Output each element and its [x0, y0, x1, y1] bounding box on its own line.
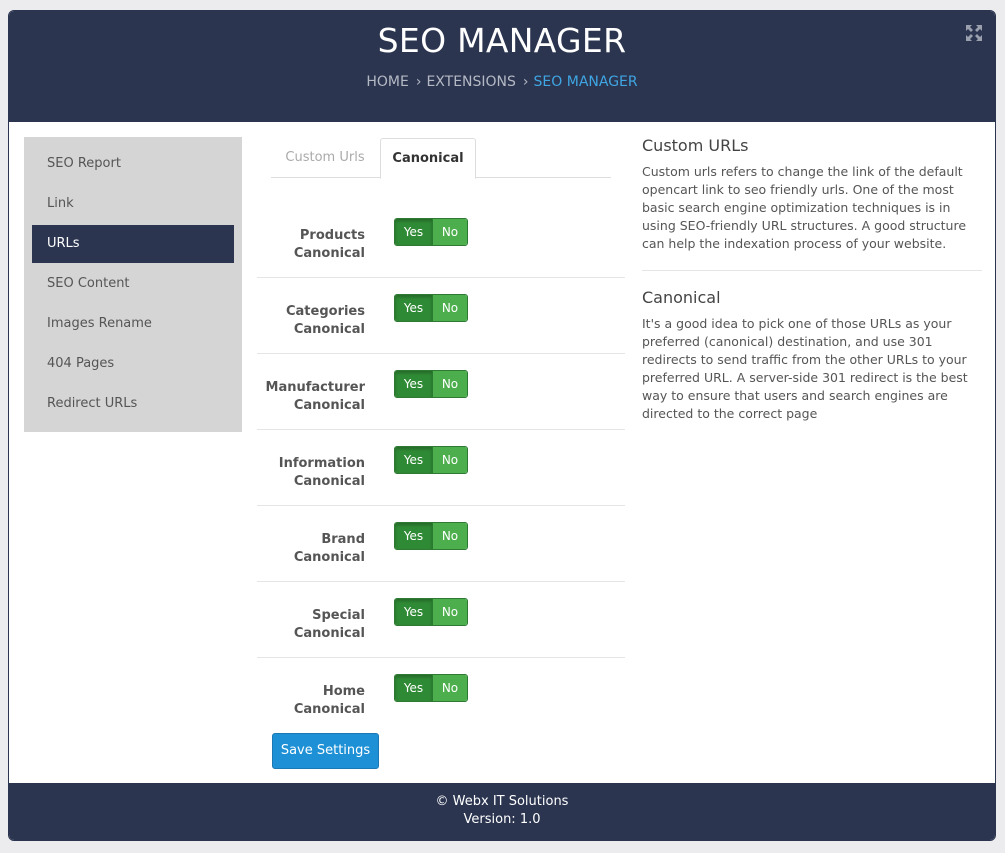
yes-option[interactable]: Yes: [395, 371, 433, 397]
setting-label-line2: Canonical: [293, 626, 365, 641]
sidebar-item-urls[interactable]: URLs: [32, 225, 234, 263]
setting-row-manufacturer: Manufacturer Canonical Yes No: [257, 354, 625, 430]
info-title-canonical: Canonical: [642, 288, 721, 307]
setting-label-line1: Home: [322, 684, 365, 699]
expand-icon[interactable]: [965, 24, 983, 42]
setting-label-line2: Canonical: [293, 474, 365, 489]
info-text-custom-urls: Custom urls refers to change the link of…: [642, 164, 967, 251]
footer-copyright: © Webx IT Solutions: [435, 794, 569, 809]
setting-label-line2: Canonical: [293, 246, 365, 261]
home-canonical-toggle: Yes No: [394, 674, 468, 702]
sidebar-item-seo-report[interactable]: SEO Report: [32, 145, 234, 183]
header: SEO MANAGER HOME › EXTENSIONS › SEO MANAGER: [9, 11, 995, 122]
setting-label-line1: Information: [278, 456, 365, 471]
footer: © Webx IT Solutions Version: 1.0: [9, 783, 995, 840]
breadcrumb-separator: ›: [415, 74, 422, 90]
yes-option[interactable]: Yes: [395, 219, 433, 245]
setting-label-line2: Canonical: [293, 398, 365, 413]
tab-canonical[interactable]: Canonical: [380, 138, 476, 179]
setting-row-special: Special Canonical Yes No: [257, 582, 625, 658]
setting-label: Categories Canonical: [255, 303, 365, 339]
categories-canonical-toggle: Yes No: [394, 294, 468, 322]
no-option[interactable]: No: [433, 599, 467, 625]
products-canonical-toggle: Yes No: [394, 218, 468, 246]
information-canonical-toggle: Yes No: [394, 446, 468, 474]
sidebar-item-link[interactable]: Link: [32, 185, 234, 223]
page-title: SEO MANAGER: [377, 21, 627, 60]
info-title-custom-urls: Custom URLs: [642, 136, 749, 155]
setting-row-products: Products Canonical Yes No: [257, 202, 625, 278]
sidebar: SEO Report Link URLs SEO Content Images …: [24, 137, 242, 432]
yes-option[interactable]: Yes: [395, 675, 433, 701]
brand-canonical-toggle: Yes No: [394, 522, 468, 550]
no-option[interactable]: No: [433, 675, 467, 701]
yes-option[interactable]: Yes: [395, 599, 433, 625]
no-option[interactable]: No: [433, 295, 467, 321]
tab-bar: Custom Urls Canonical: [271, 138, 611, 179]
canonical-settings-list: Products Canonical Yes No Categories Canon…: [257, 202, 625, 734]
setting-row-brand: Brand Canonical Yes No: [257, 506, 625, 582]
divider: [642, 270, 982, 271]
info-panel: Custom URLs Custom urls refers to change…: [642, 136, 982, 423]
tab-custom-urls[interactable]: Custom Urls: [271, 138, 379, 178]
breadcrumb: HOME › EXTENSIONS › SEO MANAGER: [9, 74, 995, 90]
seo-manager-panel: SEO MANAGER HOME › EXTENSIONS › SEO MANAGER …: [8, 10, 996, 841]
manufacturer-canonical-toggle: Yes No: [394, 370, 468, 398]
setting-label: Special Canonical: [255, 607, 365, 643]
no-option[interactable]: No: [433, 219, 467, 245]
save-settings-button[interactable]: Save Settings: [272, 733, 379, 769]
setting-label: Products Canonical: [255, 227, 365, 263]
setting-row-home: Home Canonical Yes No: [257, 658, 625, 734]
info-text-canonical: It's a good idea to pick one of those UR…: [642, 316, 968, 421]
setting-label-line2: Canonical: [293, 550, 365, 565]
setting-label-line1: Special: [312, 608, 365, 623]
setting-label: Information Canonical: [255, 455, 365, 491]
setting-row-information: Information Canonical Yes No: [257, 430, 625, 506]
yes-option[interactable]: Yes: [395, 295, 433, 321]
no-option[interactable]: No: [433, 371, 467, 397]
setting-label: Brand Canonical: [255, 531, 365, 567]
breadcrumb-separator: ›: [522, 74, 529, 90]
setting-label-line2: Canonical: [293, 702, 365, 717]
sidebar-item-seo-content[interactable]: SEO Content: [32, 265, 234, 303]
no-option[interactable]: No: [433, 447, 467, 473]
setting-label-line1: Products: [299, 228, 365, 243]
yes-option[interactable]: Yes: [395, 523, 433, 549]
setting-label-line1: Brand: [321, 532, 365, 547]
sidebar-item-404-pages[interactable]: 404 Pages: [32, 345, 234, 383]
setting-row-categories: Categories Canonical Yes No: [257, 278, 625, 354]
sidebar-item-redirect-urls[interactable]: Redirect URLs: [32, 385, 234, 423]
sidebar-item-images-rename[interactable]: Images Rename: [32, 305, 234, 343]
setting-label-line1: Categories: [285, 304, 365, 319]
breadcrumb-home[interactable]: HOME: [366, 74, 408, 90]
setting-label: Home Canonical: [255, 683, 365, 719]
setting-label-line1: Manufacturer: [265, 380, 365, 395]
yes-option[interactable]: Yes: [395, 447, 433, 473]
no-option[interactable]: No: [433, 523, 467, 549]
breadcrumb-extensions[interactable]: EXTENSIONS: [426, 74, 515, 90]
breadcrumb-seo-manager[interactable]: SEO MANAGER: [534, 74, 638, 90]
special-canonical-toggle: Yes No: [394, 598, 468, 626]
setting-label-line2: Canonical: [293, 322, 365, 337]
footer-version: Version: 1.0: [463, 812, 541, 827]
setting-label: Manufacturer Canonical: [255, 379, 365, 415]
